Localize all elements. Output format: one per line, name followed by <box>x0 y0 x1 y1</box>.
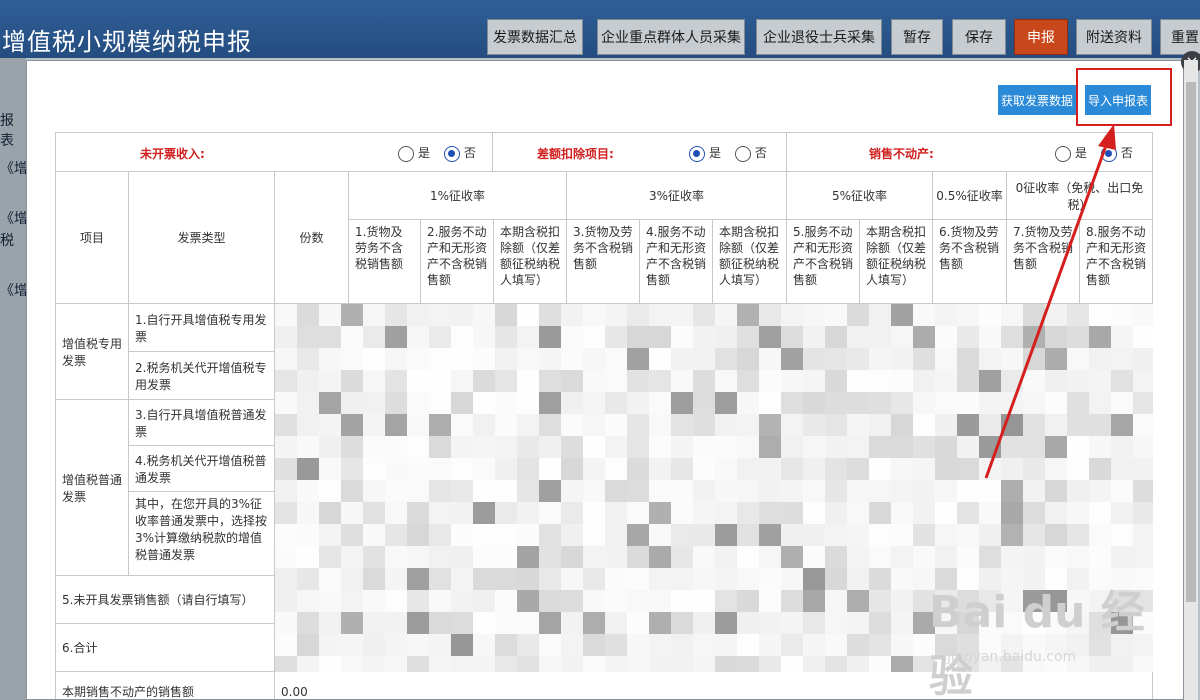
annotation-arrow-icon <box>984 124 1116 479</box>
